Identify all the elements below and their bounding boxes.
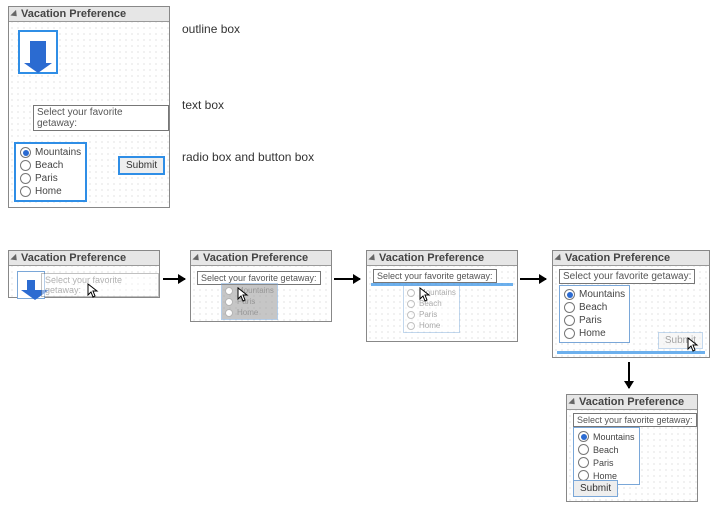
radio-mountains[interactable] bbox=[20, 147, 31, 158]
panel-title-bar: Vacation Preference bbox=[9, 7, 169, 22]
step1-drag-text: Select your favorite getaway: bbox=[41, 273, 159, 297]
cursor-icon bbox=[87, 283, 99, 299]
collapse-triangle-icon[interactable] bbox=[10, 9, 19, 18]
diagram-canvas: Vacation Preference Select your favorite… bbox=[0, 0, 716, 509]
step2-panel: Vacation Preference Select your favorite… bbox=[190, 250, 332, 322]
step2-drag-radio: Mountains Paris Home bbox=[221, 283, 278, 320]
radio-box[interactable]: Mountains Beach Paris Home bbox=[15, 143, 86, 201]
flow-arrow-2 bbox=[334, 278, 360, 280]
panel-title: Vacation Preference bbox=[21, 8, 126, 20]
down-arrow-icon bbox=[30, 41, 46, 63]
label-radio: radio box and button box bbox=[182, 150, 314, 164]
label-outline: outline box bbox=[182, 22, 240, 36]
step5-panel: Vacation Preference Select your favorite… bbox=[566, 394, 698, 502]
text-box[interactable]: Select your favorite getaway: bbox=[33, 105, 169, 131]
builder-panel: Vacation Preference Select your favorite… bbox=[8, 6, 170, 208]
submit-button[interactable]: Submit bbox=[119, 157, 164, 174]
flow-arrow-3 bbox=[520, 278, 546, 280]
radio-paris[interactable] bbox=[20, 173, 31, 184]
label-text: text box bbox=[182, 98, 224, 112]
final-submit-button[interactable]: Submit bbox=[573, 480, 618, 497]
radio-home[interactable] bbox=[20, 186, 31, 197]
flow-arrow-1 bbox=[163, 278, 185, 280]
step4-panel: Vacation Preference Select your favorite… bbox=[552, 250, 710, 358]
radio-beach[interactable] bbox=[20, 160, 31, 171]
flow-arrow-4 bbox=[628, 362, 630, 388]
step3-panel: Vacation Preference Select your favorite… bbox=[366, 250, 518, 342]
step1-panel: Vacation Preference Select your favorite… bbox=[8, 250, 160, 298]
outline-box[interactable] bbox=[19, 31, 57, 73]
